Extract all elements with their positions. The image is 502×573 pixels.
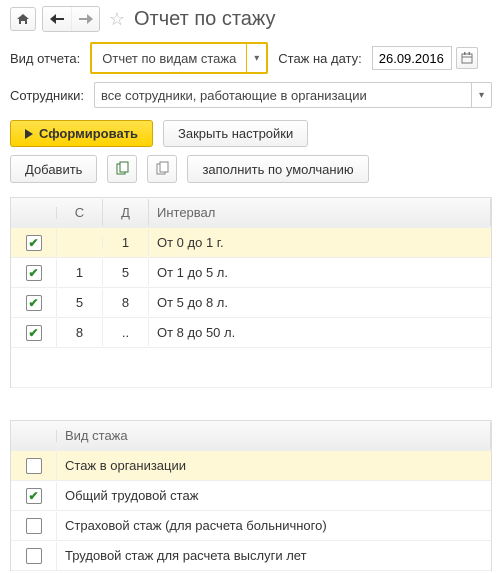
date-label: Стаж на дату: xyxy=(278,51,362,66)
cell-interval: От 0 до 1 г. xyxy=(149,229,491,256)
filter-row-report-type: Вид отчета: Отчет по видам стажа ▾ Стаж … xyxy=(0,38,502,78)
cell-s: 8 xyxy=(57,319,103,346)
cell-d: 5 xyxy=(103,259,149,286)
cell-stage-label: Трудовой стаж для расчета выслуги лет xyxy=(57,542,491,569)
cell-stage-label: Стаж в организации xyxy=(57,452,491,479)
intervals-header-interval: Интервал xyxy=(149,199,491,226)
page-title: Отчет по стажу xyxy=(134,8,275,31)
table-row[interactable]: 15От 1 до 5 л. xyxy=(11,258,491,288)
row-checkbox[interactable] xyxy=(26,295,42,311)
add-button[interactable]: Добавить xyxy=(10,155,97,183)
cell-s: 5 xyxy=(57,289,103,316)
cell-interval: От 1 до 5 л. xyxy=(149,259,491,286)
table-row[interactable]: Страховой стаж (для расчета больничного) xyxy=(11,511,491,541)
cell-d: 1 xyxy=(103,229,149,256)
nav-group xyxy=(42,6,100,32)
row-checkbox[interactable] xyxy=(26,325,42,341)
fill-defaults-button[interactable]: заполнить по умолчанию xyxy=(187,155,368,183)
row-checkbox[interactable] xyxy=(26,458,42,474)
table-row[interactable]: Стаж в организации xyxy=(11,451,491,481)
cell-interval: От 5 до 8 л. xyxy=(149,289,491,316)
employees-label: Сотрудники: xyxy=(10,88,84,103)
fill-defaults-label: заполнить по умолчанию xyxy=(202,162,353,177)
pages-icon xyxy=(154,161,170,177)
calendar-icon xyxy=(461,52,473,64)
action-row-primary: Сформировать Закрыть настройки xyxy=(0,112,502,155)
generate-button[interactable]: Сформировать xyxy=(10,120,153,147)
stages-header-label: Вид стажа xyxy=(57,422,491,449)
intervals-table: С Д Интервал 1От 0 до 1 г.15От 1 до 5 л.… xyxy=(10,197,492,388)
add-button-label: Добавить xyxy=(25,162,82,177)
table-row[interactable]: Трудовой стаж для расчета выслуги лет xyxy=(11,541,491,571)
back-button[interactable] xyxy=(43,7,71,31)
calendar-button[interactable] xyxy=(456,47,478,69)
row-checkbox[interactable] xyxy=(26,488,42,504)
row-checkbox[interactable] xyxy=(26,548,42,564)
table-row[interactable]: 1От 0 до 1 г. xyxy=(11,228,491,258)
filter-row-employees: Сотрудники: все сотрудники, работающие в… xyxy=(0,78,502,112)
cell-s: 1 xyxy=(57,259,103,286)
report-type-value: Отчет по видам стажа xyxy=(96,44,246,72)
copy-button[interactable] xyxy=(107,155,137,183)
duplicate-button[interactable] xyxy=(147,155,177,183)
intervals-header-d: Д xyxy=(103,199,149,226)
date-field xyxy=(372,46,478,70)
forward-button[interactable] xyxy=(71,7,99,31)
report-type-label: Вид отчета: xyxy=(10,51,80,66)
empty-row xyxy=(11,348,491,388)
report-type-combo[interactable]: Отчет по видам стажа ▾ xyxy=(90,42,268,74)
copy-icon xyxy=(114,161,130,177)
row-checkbox[interactable] xyxy=(26,518,42,534)
cell-d: 8 xyxy=(103,289,149,316)
cell-stage-label: Страховой стаж (для расчета больничного) xyxy=(57,512,491,539)
home-icon xyxy=(16,12,30,26)
close-settings-button[interactable]: Закрыть настройки xyxy=(163,120,308,147)
window-toolbar: ☆ Отчет по стажу xyxy=(0,0,502,38)
dropdown-icon[interactable]: ▾ xyxy=(246,44,266,72)
intervals-header-s: С xyxy=(57,199,103,226)
table-row[interactable]: 8..От 8 до 50 л. xyxy=(11,318,491,348)
cell-d: .. xyxy=(103,319,149,346)
arrow-right-icon xyxy=(79,14,93,24)
table-row[interactable]: 58От 5 до 8 л. xyxy=(11,288,491,318)
row-checkbox[interactable] xyxy=(26,235,42,251)
stages-table: Вид стажа Стаж в организации Общий трудов… xyxy=(10,420,492,571)
employees-value: все сотрудники, работающие в организации xyxy=(95,83,471,107)
intervals-header-row: С Д Интервал xyxy=(11,198,491,228)
cell-s xyxy=(57,237,103,249)
action-row-secondary: Добавить заполнить по умолчанию xyxy=(0,155,502,191)
stages-header-row: Вид стажа xyxy=(11,421,491,451)
arrow-left-icon xyxy=(50,14,64,24)
play-icon xyxy=(25,129,33,139)
star-icon: ☆ xyxy=(109,9,125,29)
date-input[interactable] xyxy=(372,46,452,70)
close-settings-label: Закрыть настройки xyxy=(178,126,293,141)
cell-interval: От 8 до 50 л. xyxy=(149,319,491,346)
employees-combo[interactable]: все сотрудники, работающие в организации… xyxy=(94,82,492,108)
dropdown-icon[interactable]: ▾ xyxy=(471,83,491,107)
favorite-star[interactable]: ☆ xyxy=(106,9,128,30)
cell-stage-label: Общий трудовой стаж xyxy=(57,482,491,509)
home-button[interactable] xyxy=(10,7,36,31)
row-checkbox[interactable] xyxy=(26,265,42,281)
table-row[interactable]: Общий трудовой стаж xyxy=(11,481,491,511)
generate-button-label: Сформировать xyxy=(39,126,138,141)
